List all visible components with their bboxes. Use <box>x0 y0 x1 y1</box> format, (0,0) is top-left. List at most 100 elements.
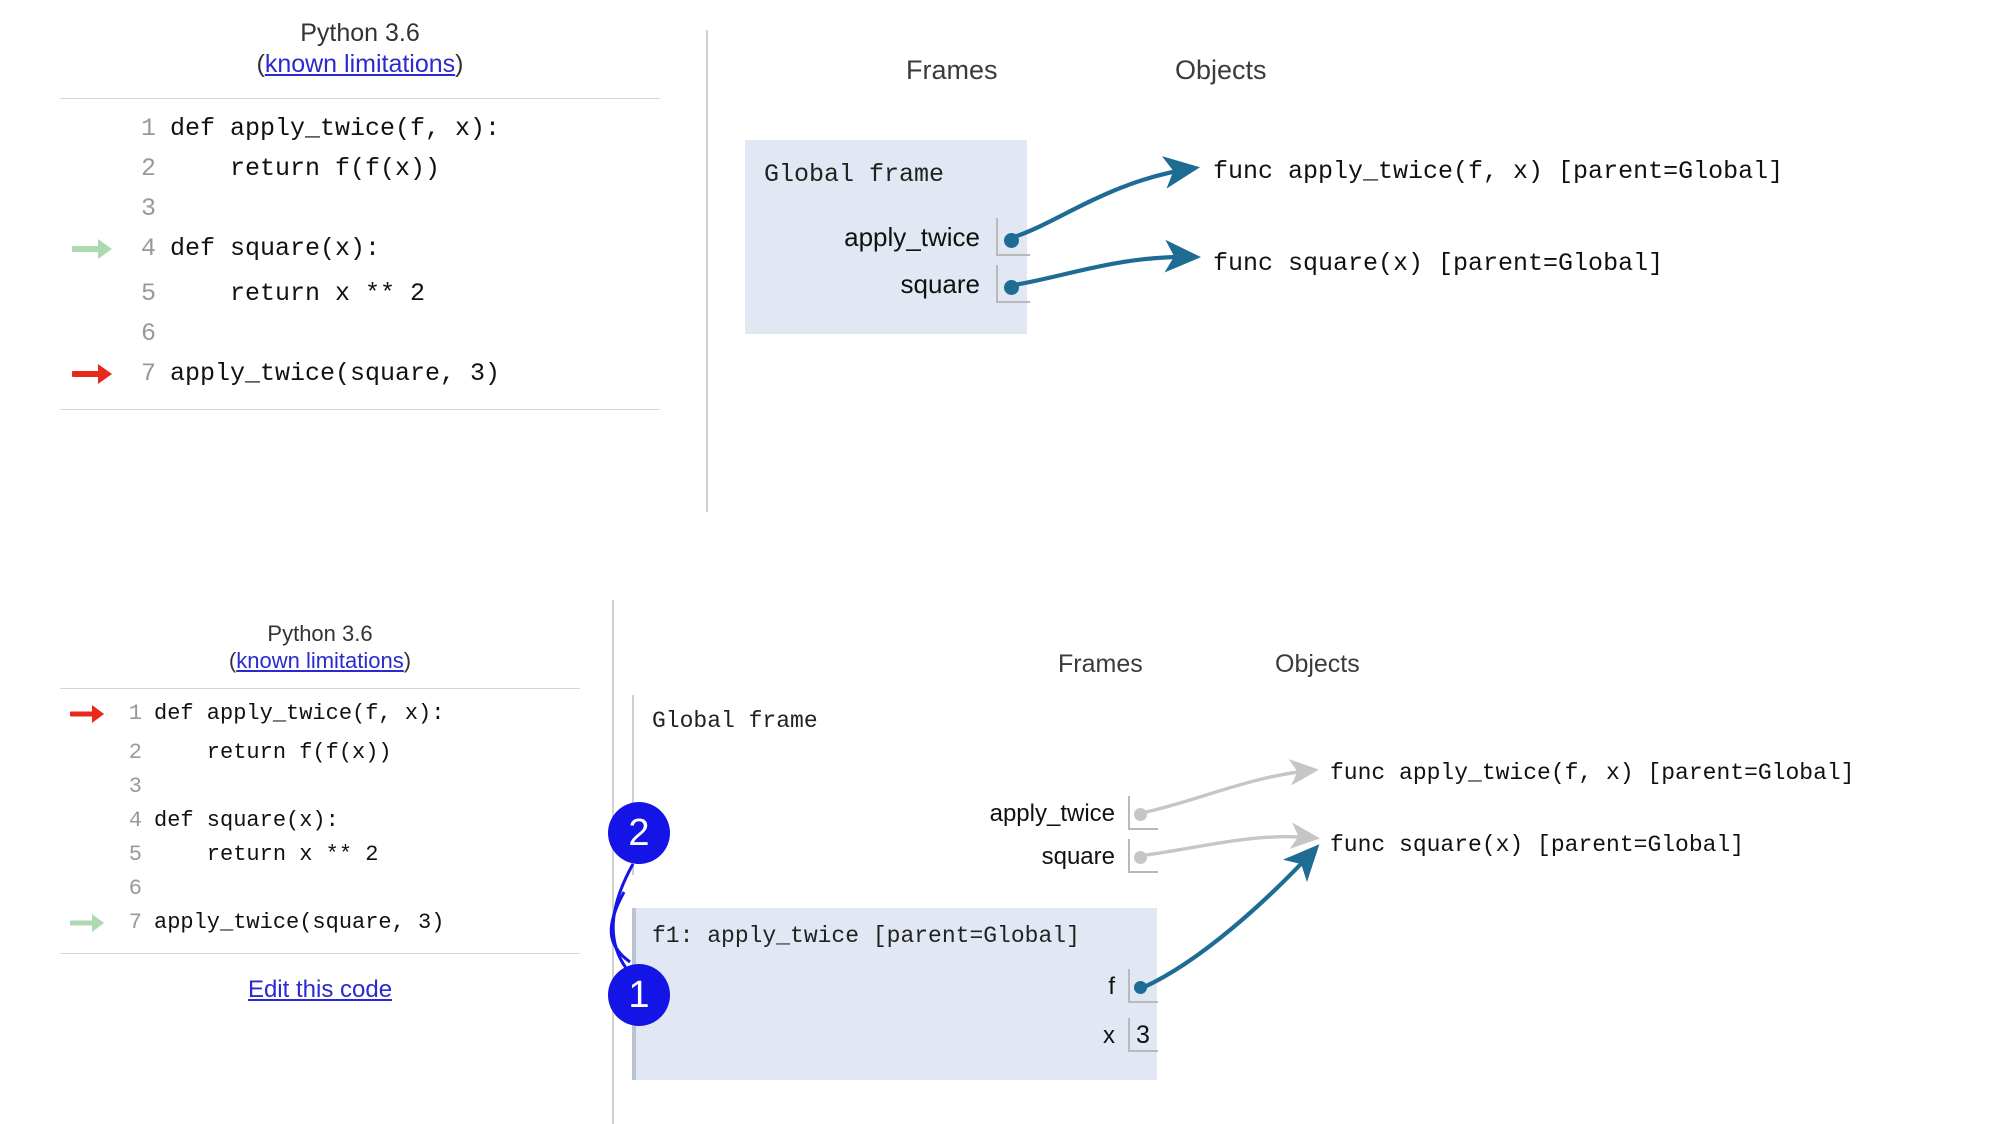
known-limitations-link[interactable]: known limitations <box>265 50 455 78</box>
line-code: def apply_twice(f, x): <box>154 701 445 726</box>
python-version-label-bottom: Python 3.6 (known limitations) <box>60 620 580 674</box>
code-line[interactable]: 3 <box>60 770 444 804</box>
code-editor-bottom: Python 3.6 (known limitations) 1 def app… <box>60 620 580 1004</box>
panel-top: Python 3.6 (known limitations) 1 def app… <box>0 0 2002 520</box>
var-value-x: 3 <box>1136 1021 1150 1049</box>
line-number: 7 <box>128 910 142 935</box>
object-label-apply-twice-bottom: func apply_twice(f, x) [parent=Global] <box>1330 760 1855 786</box>
objects-header-bottom: Objects <box>1275 650 1360 678</box>
line-number: 5 <box>140 279 156 308</box>
line-marker-cell <box>60 872 114 906</box>
line-marker-cell <box>60 109 122 149</box>
line-code <box>154 872 444 906</box>
var-label-square-bottom: square <box>1041 843 1115 870</box>
panel-divider-bottom <box>612 600 614 1124</box>
f1-frame-title: f1: apply_twice [parent=Global] <box>652 923 1080 949</box>
frames-header-top: Frames <box>906 55 998 85</box>
var-label-square-top: square <box>900 269 981 299</box>
pointer-dot-apply-twice-bottom <box>1134 808 1147 821</box>
code-line[interactable]: 4 def square(x): <box>60 229 500 274</box>
line-marker-cell <box>60 149 122 189</box>
code-line[interactable]: 6 <box>60 314 500 354</box>
line-code: return x ** 2 <box>170 279 426 308</box>
line-marker-cell <box>60 274 122 314</box>
pointer-dot-apply-twice-top <box>1004 233 1019 248</box>
var-label-f: f <box>1108 973 1115 1000</box>
paren-close: ) <box>403 648 412 673</box>
global-frame-title-top: Global frame <box>764 160 945 189</box>
object-label-square-bottom: func square(x) [parent=Global] <box>1330 832 1745 858</box>
code-line[interactable]: 1 def apply_twice(f, x): <box>60 697 444 736</box>
current-line-arrow-icon <box>70 697 108 731</box>
line-marker-cell <box>60 736 114 770</box>
global-frame-title-bottom: Global frame <box>652 708 818 734</box>
code-bottom-rule <box>60 953 580 954</box>
python-version-label-top: Python 3.6 (known limitations) <box>60 18 660 80</box>
line-marker-cell <box>60 229 122 274</box>
code-lines-bottom: 1 def apply_twice(f, x): 2 return f(f(x)… <box>60 697 444 945</box>
line-marker-cell <box>60 770 114 804</box>
line-code: apply_twice(square, 3) <box>170 359 501 388</box>
frames-header-bottom: Frames <box>1058 650 1143 678</box>
code-lines-top: 1 def apply_twice(f, x): 2 return f(f(x)… <box>60 109 500 399</box>
python-version-text: Python 3.6 <box>300 19 420 47</box>
line-marker-cell <box>60 804 114 838</box>
var-label-x: x <box>1103 1022 1115 1049</box>
code-line[interactable]: 5 return x ** 2 <box>60 838 444 872</box>
code-line[interactable]: 2 return f(f(x)) <box>60 736 444 770</box>
next-line-arrow-icon <box>72 229 116 269</box>
pointer-dot-square-top <box>1004 280 1019 295</box>
python-version-text: Python 3.6 <box>267 621 373 646</box>
line-number: 6 <box>140 319 156 348</box>
code-line[interactable]: 4 def square(x): <box>60 804 444 838</box>
line-code <box>154 770 444 804</box>
line-number: 4 <box>140 234 156 263</box>
line-number: 5 <box>128 842 142 867</box>
code-line[interactable]: 3 <box>60 189 500 229</box>
pointer-dot-f <box>1134 981 1147 994</box>
line-number: 2 <box>128 740 142 765</box>
line-code: return x ** 2 <box>154 842 379 867</box>
line-code: return f(f(x)) <box>170 154 441 183</box>
line-code <box>170 314 500 354</box>
code-line[interactable]: 7 apply_twice(square, 3) <box>60 354 500 399</box>
line-number: 2 <box>140 154 156 183</box>
panel-bottom: Python 3.6 (known limitations) 1 def app… <box>0 600 2002 1124</box>
line-code: apply_twice(square, 3) <box>154 910 445 935</box>
edit-this-code-link[interactable]: Edit this code <box>60 976 580 1004</box>
line-marker-cell <box>60 314 122 354</box>
current-line-arrow-icon <box>72 354 116 394</box>
line-number: 3 <box>140 194 156 223</box>
code-line[interactable]: 5 return x ** 2 <box>60 274 500 314</box>
code-line[interactable]: 1 def apply_twice(f, x): <box>60 109 500 149</box>
line-code: def square(x): <box>170 234 381 263</box>
var-label-apply-twice-bottom: apply_twice <box>989 800 1115 827</box>
line-code: def square(x): <box>154 808 339 833</box>
code-line[interactable]: 7 apply_twice(square, 3) <box>60 906 444 945</box>
code-bottom-rule <box>60 409 660 410</box>
line-code: return f(f(x)) <box>154 740 392 765</box>
code-editor-top: Python 3.6 (known limitations) 1 def app… <box>60 18 660 410</box>
known-limitations-link[interactable]: known limitations <box>236 648 404 673</box>
line-marker-cell <box>60 838 114 872</box>
next-line-arrow-icon <box>70 906 108 940</box>
line-number: 3 <box>128 774 142 799</box>
line-marker-cell <box>60 354 122 399</box>
code-line[interactable]: 2 return f(f(x)) <box>60 149 500 189</box>
code-line[interactable]: 6 <box>60 872 444 906</box>
line-code: def apply_twice(f, x): <box>170 114 501 143</box>
objects-header-top: Objects <box>1175 55 1267 85</box>
line-code <box>170 189 500 229</box>
code-top-rule <box>60 98 660 99</box>
object-label-apply-twice-top: func apply_twice(f, x) [parent=Global] <box>1213 157 1784 186</box>
line-number: 1 <box>140 114 156 143</box>
annotation-badge-2: 2 <box>608 802 670 864</box>
line-number: 7 <box>140 359 156 388</box>
paren-close: ) <box>455 50 464 78</box>
line-marker-cell <box>60 189 122 229</box>
line-number: 1 <box>128 701 142 726</box>
pointer-dot-square-bottom <box>1134 851 1147 864</box>
code-top-rule <box>60 688 580 689</box>
paren-open: ( <box>256 50 265 78</box>
var-label-apply-twice-top: apply_twice <box>844 222 980 252</box>
